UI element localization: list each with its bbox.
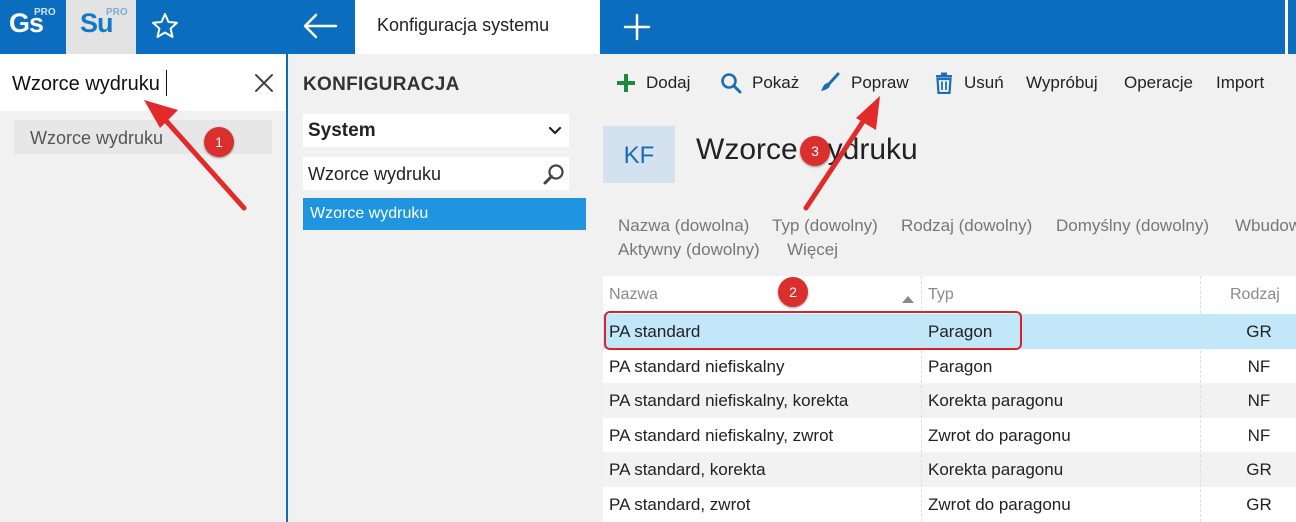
delete-button[interactable]: Usuń (934, 71, 1004, 95)
step-badge-1: 1 (204, 127, 234, 157)
table-row[interactable]: PA standard niefiskalny, zwrot Zwrot do … (603, 418, 1296, 453)
add-button[interactable]: Dodaj (616, 71, 690, 95)
app-switch-su[interactable]: Su PRO (66, 0, 136, 54)
filter-nazwa[interactable]: Nazwa (dowolna) (618, 216, 749, 236)
search-icon[interactable] (542, 162, 566, 186)
table-row[interactable]: PA standard niefiskalny Paragon NF (603, 349, 1296, 384)
cell-kind: GR (1246, 460, 1272, 479)
cell-kind: GR (1246, 494, 1272, 514)
delete-button-label: Usuń (964, 73, 1004, 92)
cell-name: PA standard, korekta (609, 460, 766, 479)
config-filter-value: Wzorce wydruku (308, 164, 442, 184)
table-row[interactable]: PA standard, zwrot Zwrot do paragonu GR (603, 487, 1296, 522)
search-results-list (0, 111, 286, 522)
config-item-label: Wzorce wydruku (310, 205, 429, 222)
operations-button-label: Operacje (1124, 73, 1193, 92)
section-select[interactable]: System (303, 114, 569, 147)
sort-ascending-icon (902, 290, 914, 303)
plus-icon (617, 74, 635, 92)
import-button-label: Import (1216, 73, 1265, 92)
page-badge: KF (603, 126, 675, 183)
row-highlight-box (604, 311, 1022, 350)
cell-type: Korekta paragonu (928, 460, 1064, 479)
search-input[interactable] (12, 71, 242, 97)
top-bar-edge-dark (1288, 0, 1296, 54)
magnifier-icon (721, 73, 742, 94)
table-row[interactable]: PA standard, korekta Korekta paragonu GR (603, 452, 1296, 487)
table-row[interactable]: PA standard niefiskalny, korekta Korekta… (603, 383, 1296, 418)
tab-label: Konfiguracja systemu (377, 15, 550, 35)
filter-typ[interactable]: Typ (dowolny) (772, 216, 878, 236)
step-badge-2: 2 (778, 277, 808, 307)
text-caret (166, 70, 167, 96)
app-gs-pro-badge: PRO (34, 7, 56, 18)
cell-name: PA standard, zwrot (609, 494, 751, 514)
page-badge-label: KF (623, 142, 655, 169)
cell-type: Zwrot do paragonu (928, 494, 1071, 514)
filter-rodzaj[interactable]: Rodzaj (dowolny) (901, 216, 1032, 236)
try-button-label: Wypróbuj (1026, 73, 1098, 92)
config-filter-input[interactable]: Wzorce wydruku (303, 157, 569, 190)
filter-domyslny[interactable]: Domyślny (dowolny) (1056, 216, 1209, 236)
edit-button[interactable]: Popraw (819, 71, 909, 95)
operations-button[interactable]: Operacje (1124, 71, 1193, 95)
import-button[interactable]: Import (1216, 71, 1264, 95)
tab-konfiguracja-systemu[interactable]: Konfiguracja systemu (355, 0, 600, 54)
favorites-star-icon[interactable] (150, 11, 180, 41)
cell-kind: NF (1247, 356, 1271, 376)
edit-button-label: Popraw (851, 73, 909, 92)
cell-type: Korekta paragonu (928, 391, 1064, 410)
trash-icon (936, 72, 952, 94)
column-header-rodzaj[interactable]: Rodzaj (1230, 286, 1280, 304)
cell-name: PA standard niefiskalny (609, 356, 785, 376)
column-header-nazwa[interactable]: Nazwa (609, 286, 658, 304)
config-panel-title: KONFIGURACJA (303, 74, 460, 95)
brush-icon (821, 72, 840, 91)
cell-name: PA standard niefiskalny, zwrot (609, 425, 834, 445)
close-icon[interactable] (252, 71, 276, 95)
filter-more[interactable]: Więcej (787, 240, 838, 260)
show-button[interactable]: Pokaż (720, 71, 799, 95)
add-button-label: Dodaj (646, 73, 691, 92)
filter-wbudowany[interactable]: Wbudowany (1235, 216, 1296, 236)
config-item-wzorce-wydruku[interactable]: Wzorce wydruku (303, 198, 586, 230)
chevron-down-icon (547, 122, 563, 138)
cell-type: Paragon (928, 356, 993, 376)
filter-aktywny[interactable]: Aktywny (dowolny) (618, 240, 760, 260)
app-su-pro-badge: PRO (106, 7, 128, 18)
table-header: Nazwa Typ Rodzaj (603, 276, 1296, 312)
app-switch-gs[interactable]: Gs PRO (0, 0, 66, 54)
search-box (0, 54, 286, 111)
back-arrow-icon[interactable] (300, 10, 340, 42)
cell-kind: NF (1247, 391, 1271, 410)
cell-name: PA standard niefiskalny, korekta (609, 391, 849, 410)
search-result-label: Wzorce wydruku (30, 128, 164, 148)
try-button[interactable]: Wypróbuj (1026, 71, 1098, 95)
step-badge-3: 3 (800, 136, 830, 166)
show-button-label: Pokaż (752, 73, 800, 92)
column-header-typ[interactable]: Typ (928, 286, 954, 304)
cell-type: Zwrot do paragonu (928, 425, 1071, 445)
new-tab-plus-icon[interactable] (620, 10, 654, 44)
column-separator[interactable] (1200, 276, 1201, 522)
cell-kind: NF (1247, 425, 1271, 445)
section-select-value: System (308, 120, 376, 141)
cell-kind: GR (1246, 322, 1272, 341)
